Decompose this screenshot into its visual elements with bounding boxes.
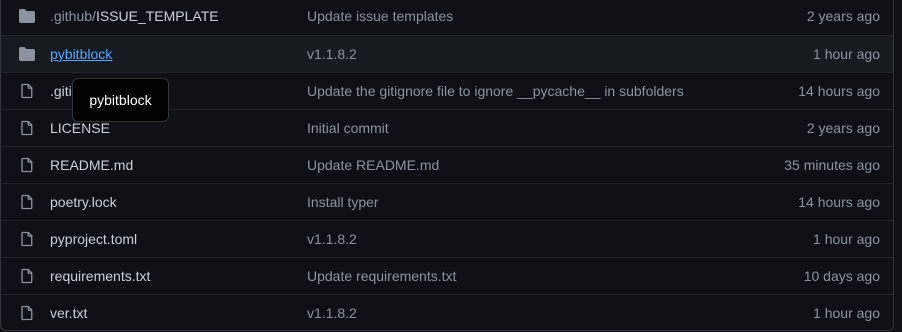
file-name-link[interactable]: poetry.lock	[50, 184, 117, 220]
file-icon	[17, 184, 37, 220]
file-icon	[17, 73, 37, 109]
file-name-link[interactable]: ver.txt	[50, 295, 87, 330]
commit-message-link[interactable]: Initial commit	[307, 110, 389, 146]
commit-message-link[interactable]: v1.1.8.2	[307, 295, 357, 330]
commit-message-link[interactable]: Update the gitignore file to ignore __py…	[307, 73, 684, 109]
file-row-pyproject[interactable]: pyproject.toml v1.1.8.2 1 hour ago	[1, 220, 893, 257]
commit-age: 1 hour ago	[813, 46, 880, 62]
file-icon	[17, 110, 37, 146]
commit-age: 35 minutes ago	[784, 157, 880, 173]
file-icon	[17, 221, 37, 257]
hover-tooltip: pybitblock	[72, 78, 169, 122]
commit-message-link[interactable]: Update README.md	[307, 147, 439, 183]
file-icon	[17, 147, 37, 183]
file-row-requirements[interactable]: requirements.txt Update requirements.txt…	[1, 257, 893, 294]
file-row-pybitblock[interactable]: pybitblock v1.1.8.2 1 hour ago	[1, 35, 893, 72]
commit-age: 14 hours ago	[798, 194, 880, 210]
commit-age: 1 hour ago	[813, 231, 880, 247]
folder-icon	[17, 36, 37, 72]
file-row-issue-template[interactable]: .github/ISSUE_TEMPLATE Update issue temp…	[1, 0, 893, 35]
commit-age: 10 days ago	[803, 268, 880, 284]
file-icon	[17, 295, 37, 330]
commit-message-link[interactable]: Install typer	[307, 184, 379, 220]
file-name-link[interactable]: pyproject.toml	[50, 221, 137, 257]
file-row-ver-txt[interactable]: ver.txt v1.1.8.2 1 hour ago	[1, 294, 893, 330]
file-name-link[interactable]: .github/ISSUE_TEMPLATE	[50, 0, 219, 35]
commit-message-link[interactable]: v1.1.8.2	[307, 36, 357, 72]
file-icon	[17, 258, 37, 294]
file-row-poetry-lock[interactable]: poetry.lock Install typer 14 hours ago	[1, 183, 893, 220]
folder-icon	[17, 0, 37, 35]
file-name-link[interactable]: pybitblock	[50, 36, 112, 72]
file-list: .github/ISSUE_TEMPLATE Update issue temp…	[0, 0, 894, 331]
file-name-prefix: .github/	[50, 8, 96, 24]
commit-age: 2 years ago	[806, 8, 880, 24]
commit-message-link[interactable]: v1.1.8.2	[307, 221, 357, 257]
file-name-link[interactable]: README.md	[50, 147, 133, 183]
commit-message-link[interactable]: Update issue templates	[307, 0, 453, 35]
commit-age: 14 hours ago	[798, 83, 880, 99]
commit-message-link[interactable]: Update requirements.txt	[307, 258, 456, 294]
file-row-readme[interactable]: README.md Update README.md 35 minutes ag…	[1, 146, 893, 183]
commit-age: 2 years ago	[806, 120, 880, 136]
file-name-link[interactable]: requirements.txt	[50, 258, 150, 294]
file-name: ISSUE_TEMPLATE	[95, 8, 219, 24]
commit-age: 1 hour ago	[813, 305, 880, 321]
